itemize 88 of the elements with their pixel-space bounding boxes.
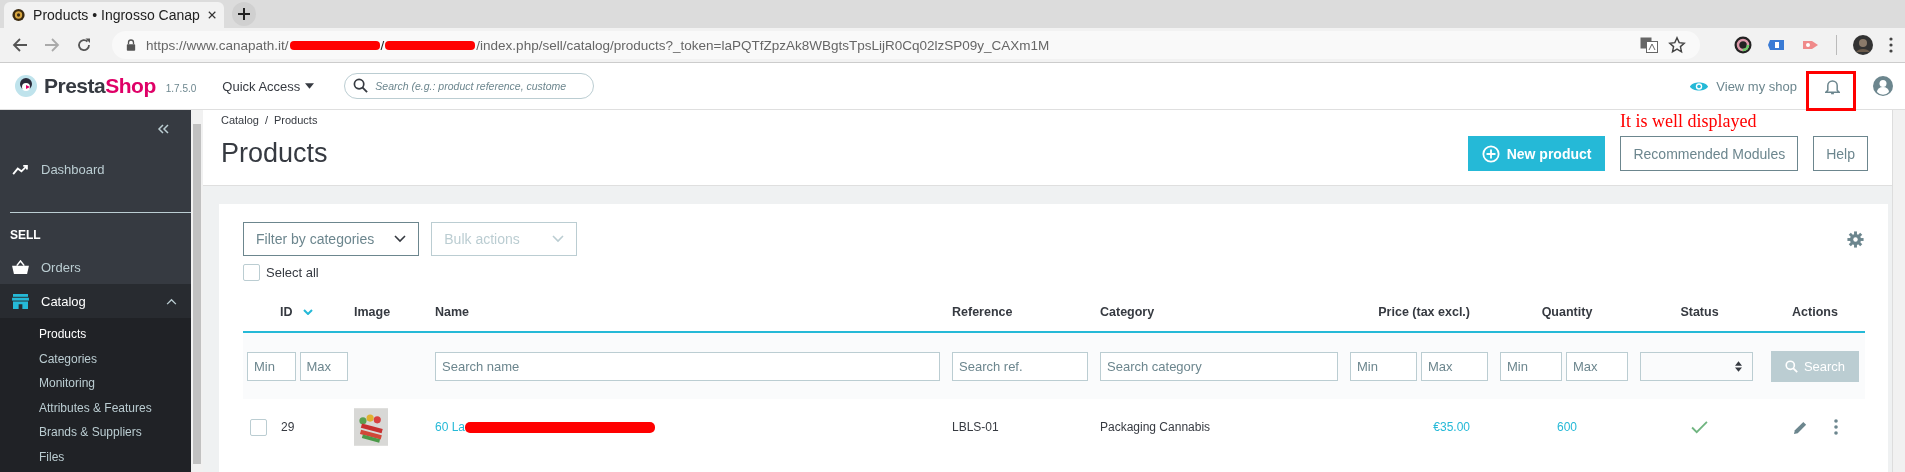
- scrollbar[interactable]: [1892, 110, 1905, 472]
- address-field[interactable]: https://www.canapath.it/ / /index.php/sell/catalog/products?_token=laPQTfZpzAk8WBgtsTpsLijR0Cq02lzSP09y_CAXm1M: [112, 31, 1700, 59]
- sidebar-subitem[interactable]: Categories: [0, 346, 191, 371]
- sidebar-item[interactable]: Orders: [0, 250, 191, 284]
- close-icon[interactable]: [207, 10, 216, 20]
- plus-circle-icon: [1481, 144, 1500, 163]
- search-icon: [1784, 359, 1798, 373]
- filter-field[interactable]: Search ref.: [952, 351, 1088, 381]
- lock-icon: [126, 39, 136, 51]
- sidebar-subitem[interactable]: Brands & Suppliers: [0, 420, 191, 445]
- back-icon[interactable]: [12, 37, 28, 53]
- sidebar-item[interactable]: Dashboard: [0, 148, 191, 190]
- table-cell: 29: [281, 420, 295, 434]
- table-cell: LBLS-01: [952, 420, 999, 434]
- site-favicon-icon: [12, 7, 26, 23]
- select-all-checkbox[interactable]: [243, 264, 260, 281]
- avatar-icon[interactable]: [1853, 35, 1873, 55]
- url-text: https://www.canapath.it/: [146, 37, 289, 53]
- quick-access-dropdown[interactable]: Quick Access: [216, 76, 321, 96]
- chevron-icon: [166, 297, 177, 305]
- trend-icon: [12, 163, 29, 175]
- column-header[interactable]: Category: [1100, 305, 1155, 319]
- user-account-icon[interactable]: [1873, 76, 1893, 96]
- sidebar-item[interactable]: Catalog: [0, 284, 191, 318]
- store-icon: [12, 293, 29, 309]
- version-label: 1.7.5.0: [165, 82, 197, 94]
- reload-icon[interactable]: [76, 37, 92, 53]
- range-field[interactable]: Min: [247, 351, 296, 381]
- eye-icon: [1689, 79, 1710, 93]
- filter-categories-dropdown[interactable]: Filter by categories: [243, 222, 420, 256]
- column-header[interactable]: Price (tax excl.): [1378, 305, 1470, 319]
- breadcrumb-link[interactable]: Products: [274, 114, 318, 126]
- breadcrumb-link[interactable]: Catalog: [221, 114, 259, 126]
- updown-caret-icon: [1735, 360, 1742, 372]
- tab-title: Products • Ingrosso Canap: [33, 7, 200, 23]
- translate-icon[interactable]: [1640, 37, 1658, 53]
- chevron-icon: [552, 235, 565, 243]
- header-button[interactable]: Recommended Modules: [1620, 136, 1799, 171]
- sidebar-subitem[interactable]: Monitoring: [0, 371, 191, 396]
- range-field[interactable]: Min: [1500, 351, 1562, 381]
- browser-tab[interactable]: Products • Ingrosso Canap: [4, 2, 224, 28]
- breadcrumb-separator: /: [264, 114, 268, 126]
- table-cell: Packaging Cannabis: [1100, 420, 1211, 434]
- select-all-label: Select all: [266, 265, 319, 280]
- sort-caret-icon[interactable]: [302, 309, 313, 315]
- chevron-icon: [394, 235, 407, 243]
- column-header[interactable]: Status: [1680, 305, 1719, 319]
- pencil-icon[interactable]: [1792, 419, 1808, 435]
- search-icon: [353, 78, 369, 93]
- header-button[interactable]: Help: [1813, 136, 1868, 171]
- sidebar-section-title: SELL: [9, 227, 42, 244]
- column-header[interactable]: Quantity: [1541, 305, 1593, 319]
- filter-field[interactable]: Search category: [1100, 351, 1338, 381]
- row-checkbox[interactable]: [250, 418, 267, 436]
- new-tab-button[interactable]: [232, 2, 256, 26]
- caret-icon: [305, 83, 315, 89]
- sidebar-subitem[interactable]: Attributes & Features: [0, 395, 191, 420]
- url-text: /index.php/sell/catalog/products?_token=laPQTfZpzAk8WBgtsTpsLijR0Cq02lzSP09y_CAXm1M: [476, 37, 1050, 53]
- column-header[interactable]: Image: [354, 305, 391, 319]
- annotation-text: It is well displayed: [1620, 111, 1757, 132]
- settings-icon[interactable]: [1847, 230, 1864, 248]
- search-field[interactable]: Search (e.g.: product reference, custome: [344, 73, 595, 99]
- view-shop-link[interactable]: View my shop: [1689, 78, 1797, 94]
- extension-icon[interactable]: [1734, 36, 1752, 54]
- forward-icon[interactable]: [44, 37, 60, 53]
- collapse-icon[interactable]: [157, 124, 169, 134]
- puffin-logo-icon: [14, 74, 38, 98]
- range-field[interactable]: Max: [299, 351, 348, 381]
- range-field[interactable]: Max: [1566, 351, 1628, 381]
- column-header[interactable]: Reference: [952, 305, 1013, 319]
- basket-icon: [12, 259, 29, 275]
- url-text: /: [380, 37, 385, 53]
- sidebar-subitem[interactable]: Products: [0, 322, 191, 347]
- column-header[interactable]: ID: [280, 305, 293, 319]
- notification-bell-icon[interactable]: [1825, 77, 1840, 95]
- column-header[interactable]: Name: [435, 305, 470, 319]
- logo-text: PrestaShop: [44, 74, 156, 98]
- filter-field[interactable]: Search name: [435, 351, 940, 381]
- sidebar-subitem[interactable]: Files: [0, 444, 191, 469]
- star-icon[interactable]: [1668, 36, 1686, 54]
- checkmark-icon[interactable]: [1691, 420, 1708, 434]
- range-field[interactable]: Max: [1421, 351, 1488, 381]
- scrollbar[interactable]: [191, 110, 203, 472]
- page-title: Products: [221, 138, 329, 169]
- range-field[interactable]: Min: [1350, 351, 1417, 381]
- more-icon[interactable]: [1833, 419, 1838, 435]
- column-header[interactable]: Actions: [1792, 305, 1838, 319]
- menu-icon[interactable]: [1889, 37, 1893, 53]
